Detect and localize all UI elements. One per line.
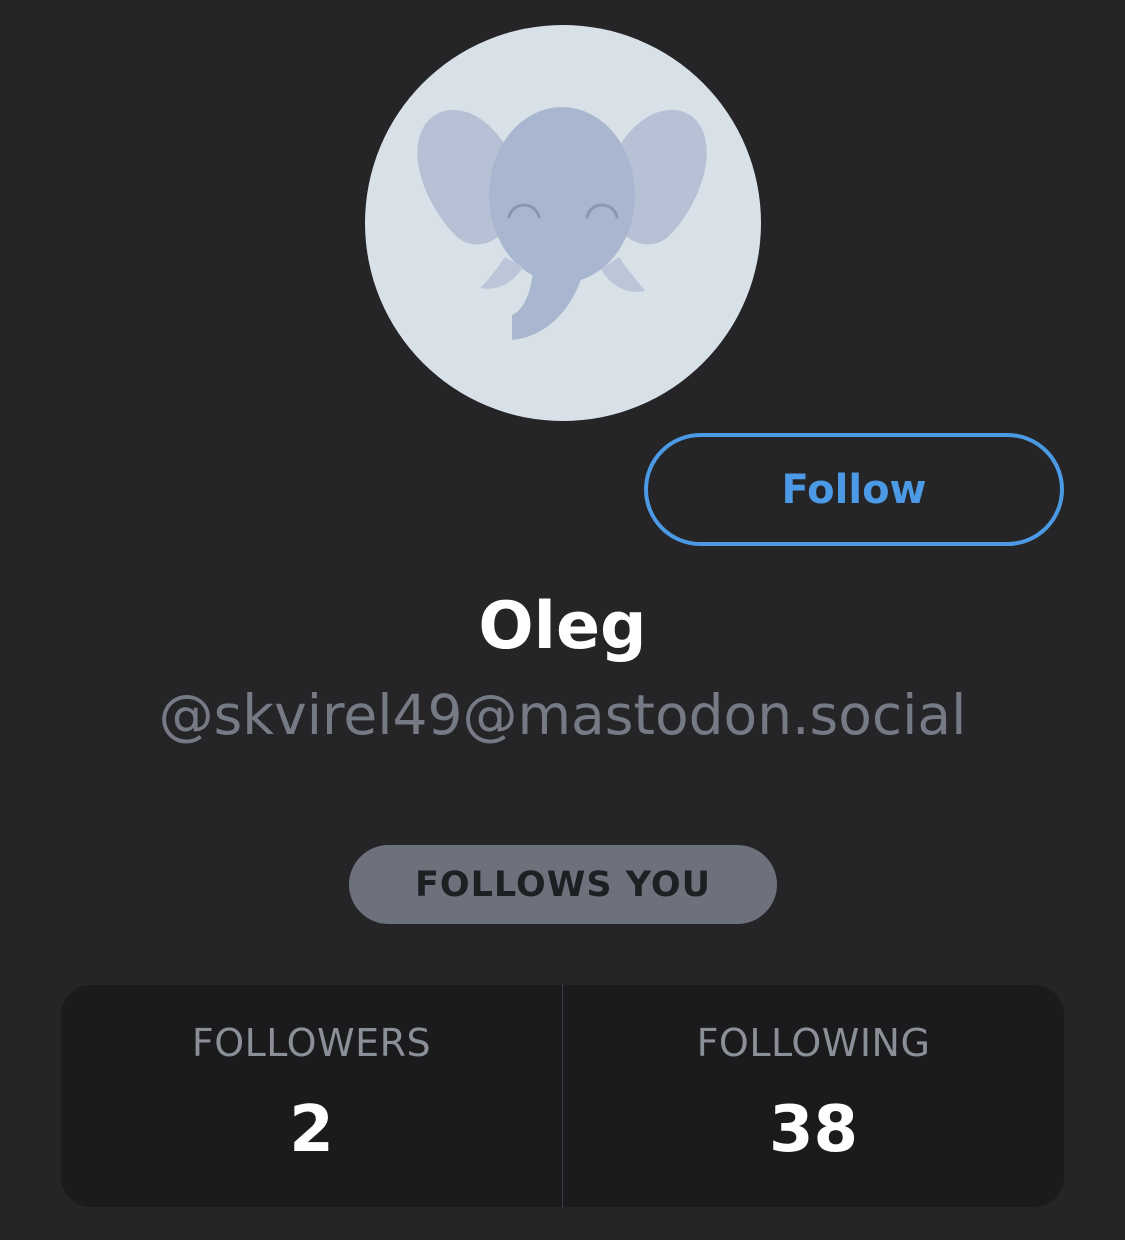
following-label: FOLLOWING bbox=[696, 1021, 931, 1065]
followers-stat[interactable]: FOLLOWERS 2 bbox=[61, 985, 562, 1207]
stats-panel: FOLLOWERS 2 FOLLOWING 38 bbox=[61, 985, 1064, 1207]
avatar[interactable] bbox=[365, 25, 761, 421]
follows-you-badge: FOLLOWS YOU bbox=[349, 845, 777, 924]
following-stat[interactable]: FOLLOWING 38 bbox=[562, 985, 1064, 1207]
display-name: Oleg bbox=[478, 589, 647, 664]
elephant-avatar-icon bbox=[417, 107, 707, 340]
followers-label: FOLLOWERS bbox=[191, 1021, 432, 1065]
account-handle: @skvirel49@mastodon.social bbox=[158, 683, 967, 747]
following-count: 38 bbox=[768, 1093, 859, 1167]
follow-button[interactable]: Follow bbox=[644, 433, 1064, 546]
followers-count: 2 bbox=[289, 1093, 334, 1167]
